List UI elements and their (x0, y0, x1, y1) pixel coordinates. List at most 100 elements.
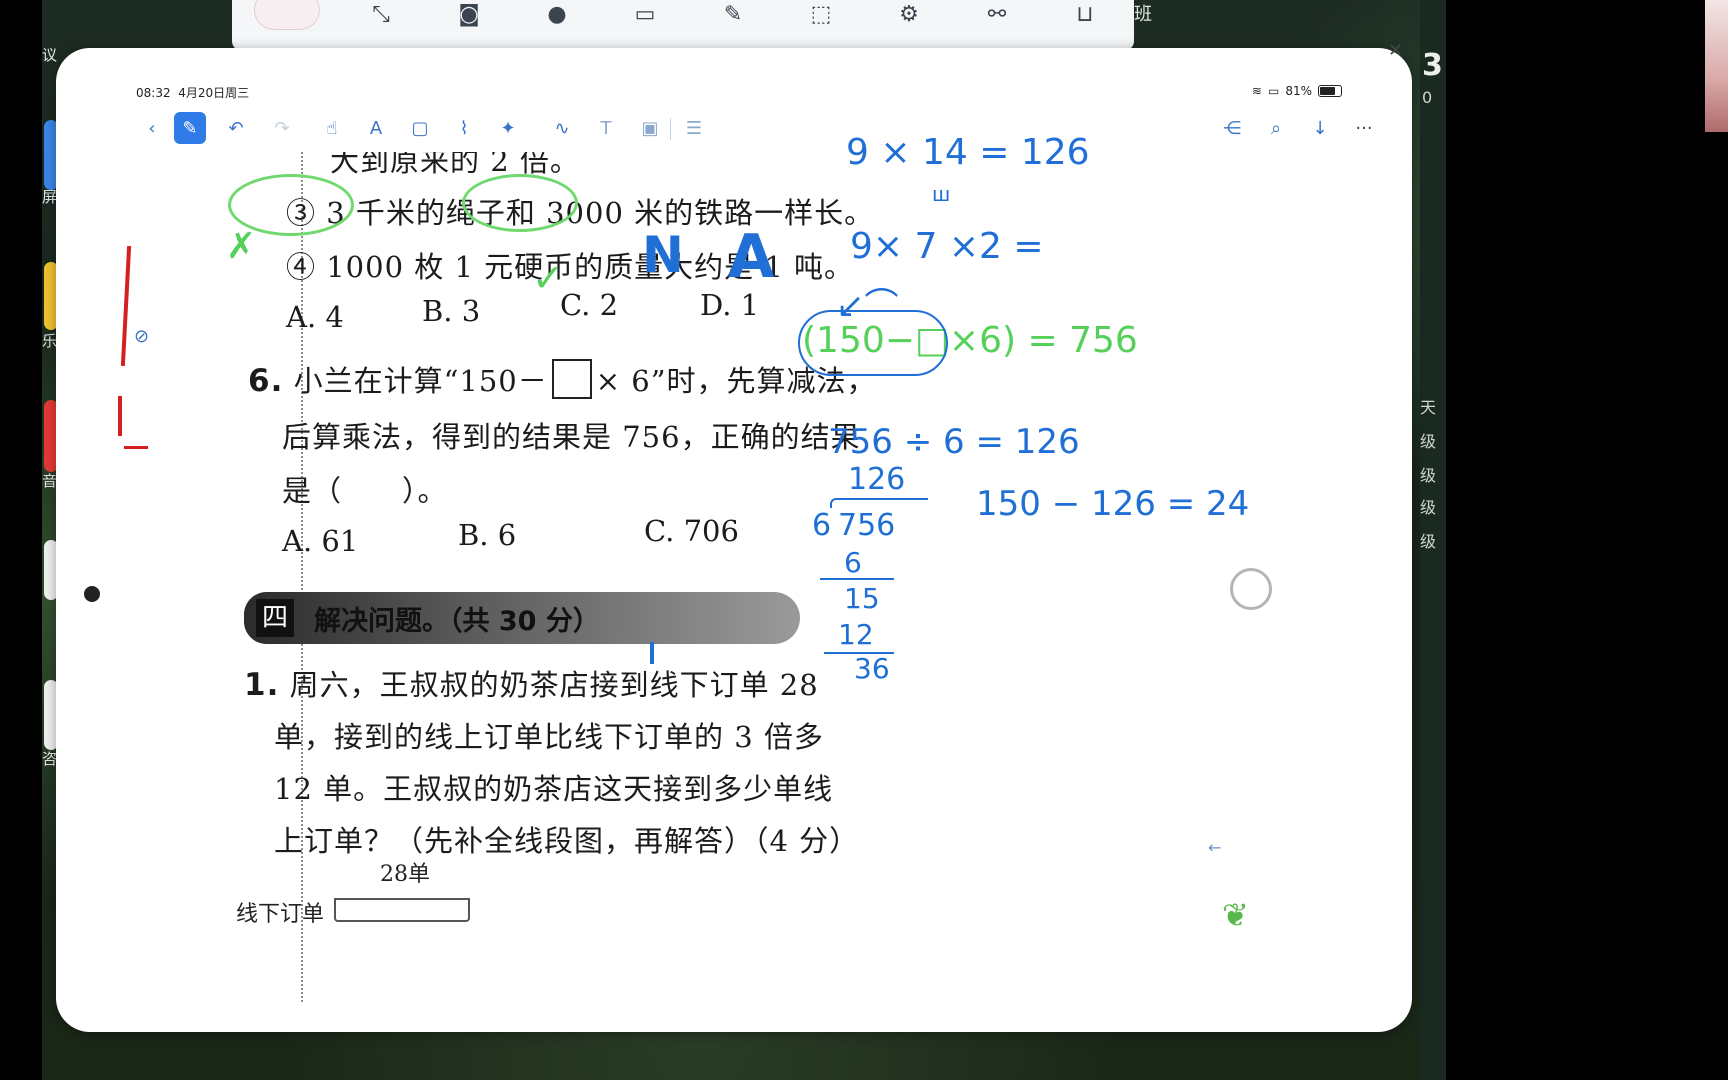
search-icon[interactable]: ⌕ (1260, 112, 1292, 144)
left-fragment: 议 (42, 46, 58, 64)
note-page[interactable]: ⊘ 大到原来的 2 倍。 ③ 3 千米的绳子和 3000 米的铁路一样长。 ④ … (56, 132, 1412, 1032)
division-dividend: 756 (838, 508, 896, 543)
problem1-line2: 单，接到的线上订单比线下订单的 3 倍多 (274, 720, 824, 754)
wifi-icon: ≋ (1251, 84, 1262, 98)
hand-mark: ш (932, 182, 951, 206)
share-icon[interactable]: ⋲ (1216, 112, 1248, 144)
back-arrow-icon[interactable]: ← (1208, 838, 1221, 857)
undo-icon[interactable]: ↶ (220, 112, 252, 144)
status-time: 08:32 (136, 86, 171, 100)
problem1-text: 周六，王叔叔的奶茶店接到线下订单 28 (289, 668, 819, 702)
q5-option: C. 2 (560, 288, 619, 322)
left-black-bar (0, 0, 42, 1080)
back-icon[interactable]: ‹ (136, 112, 168, 144)
notes-toolbar: ‹ ✎ ↶ ↷ ☝ A ▢ ⌇ ✦ ∿ T ▣ ☰ ⋲ ⌕ ↓ ··· (136, 108, 1373, 148)
red-margin-line (118, 396, 122, 436)
record-icon[interactable]: ● (536, 2, 578, 27)
problem1-line1: 1. 周六，王叔叔的奶茶店接到线下订单 28 (244, 662, 819, 704)
q6-option: C. 706 (644, 514, 739, 548)
image-icon[interactable]: ▣ (634, 112, 666, 144)
right-black-bar (1446, 0, 1728, 1080)
green-check-mark: ✓ (532, 256, 564, 300)
avatar-icon[interactable] (254, 0, 320, 30)
status-date: 4月20日周三 (178, 86, 250, 100)
division-step: 36 (854, 652, 890, 685)
division-line (820, 578, 894, 580)
clock-digit: 3 (1422, 48, 1443, 83)
hand-icon[interactable]: ☝ (316, 112, 348, 144)
pen-icon[interactable]: ✎ (174, 112, 206, 144)
right-fragment: 级 (1420, 432, 1437, 451)
section-title: 解决问题。（共 30 分） (314, 606, 600, 637)
close-icon[interactable]: ✕ (1388, 40, 1403, 61)
division-bracket (830, 498, 928, 508)
battery-icon (1318, 85, 1342, 97)
highlighter-icon[interactable]: A (360, 112, 392, 144)
right-fragment: 级 (1420, 466, 1437, 485)
screen-share-icon[interactable]: ▭ (624, 2, 666, 27)
blank-box (551, 359, 592, 399)
camera-icon[interactable]: ◙ (448, 2, 490, 27)
magic-icon[interactable]: ✦ (492, 112, 524, 144)
screenshot-icon[interactable]: ⬚ (800, 2, 842, 27)
q6-line3: 是（ ）。 (282, 474, 448, 508)
division-divisor: 6 (812, 508, 832, 543)
cart-icon[interactable]: ⊔ (1064, 2, 1106, 27)
problem1-line4: 上订单？（先补全线段图，再解答）（4 分） (274, 824, 860, 858)
q6-option: B. 6 (458, 518, 517, 552)
division-quotient: 126 (848, 462, 906, 497)
redo-icon[interactable]: ↷ (266, 112, 298, 144)
hand-calc: 150 − 126 = 24 (976, 484, 1250, 524)
more-icon[interactable]: ··· (1348, 112, 1380, 144)
settings-icon[interactable]: ⚙ (888, 2, 930, 27)
right-fragment: 级 (1420, 498, 1437, 517)
template-icon[interactable]: ☰ (678, 112, 710, 144)
q6-line2: 后算乘法，得到的结果是 756，正确的结果 (282, 420, 861, 454)
section-number: 四 (256, 599, 294, 637)
battery-level (1320, 87, 1335, 95)
hand-calc: 756 ÷ 6 = 126 (828, 422, 1080, 462)
meeting-toolbar: ⤡ ◙ ● ▭ ✎ ⬚ ⚙ ⚯ ⊔ (232, 0, 1134, 51)
q6-text-a: 小兰在计算“150－ (293, 364, 548, 398)
leaf-icon[interactable]: ❦ (1222, 896, 1249, 934)
camera-preview[interactable] (1705, 0, 1728, 132)
ink-icon[interactable]: ∿ (546, 112, 578, 144)
status-icons: ≋ ▭ 81% (1252, 84, 1342, 98)
collapse-icon[interactable]: ⤡ (360, 2, 402, 27)
hand-calc: 9× 7 ×2 = (850, 226, 1044, 267)
green-cross-mark: ✗ (226, 226, 257, 267)
status-bar: 08:32 4月20日周三 ≋ ▭ 81% (136, 84, 1342, 102)
lasso-icon[interactable]: ⌇ (448, 112, 480, 144)
q5-option: A. 4 (286, 300, 344, 334)
text-box-icon[interactable]: T (590, 112, 622, 144)
screen-mirror-icon: ▭ (1267, 84, 1280, 98)
right-fragment: 级 (1420, 532, 1437, 551)
tablet-window: 08:32 4月20日周三 ≋ ▭ 81% ‹ ✎ ↶ ↷ ☝ A ▢ ⌇ ✦ … (56, 48, 1412, 1032)
green-circle-mark (462, 174, 578, 232)
download-icon[interactable]: ↓ (1304, 112, 1336, 144)
shape-icon[interactable]: ▢ (404, 112, 436, 144)
battery-percent: 81% (1285, 84, 1312, 98)
right-fragment: 天 (1420, 398, 1437, 417)
problem1-line3: 12 单。王叔叔的奶茶店这天接到多少单线 (274, 772, 834, 806)
blue-n-mark: N (642, 226, 684, 284)
toolbar-separator (670, 118, 671, 140)
blue-bracket (798, 310, 948, 376)
q6-option: A. 61 (282, 524, 359, 558)
q5-option: D. 1 (700, 288, 760, 322)
status-time-date: 08:32 4月20日周三 (136, 84, 249, 101)
section-header: 四 解决问题。（共 30 分） (244, 592, 800, 644)
division-step: 12 (838, 618, 874, 651)
q6-line1: 6. 小兰在计算“150－ × 6”时，先算减法， (248, 358, 877, 400)
division-step: 15 (844, 582, 880, 615)
worksheet-line: ③ 3 千米的绳子和 3000 米的铁路一样长。 (286, 196, 875, 230)
diagram-segment (334, 898, 470, 922)
problem1-number: 1. (244, 667, 280, 703)
connect-icon[interactable]: ⚯ (976, 2, 1018, 27)
floating-assist-button[interactable] (1230, 568, 1272, 610)
clock-digit-2: 0 (1422, 88, 1433, 107)
blue-stroke (650, 642, 654, 664)
annotate-icon[interactable]: ✎ (712, 2, 754, 27)
page-dot (84, 586, 100, 602)
dock-label: 班 (1134, 4, 1152, 25)
